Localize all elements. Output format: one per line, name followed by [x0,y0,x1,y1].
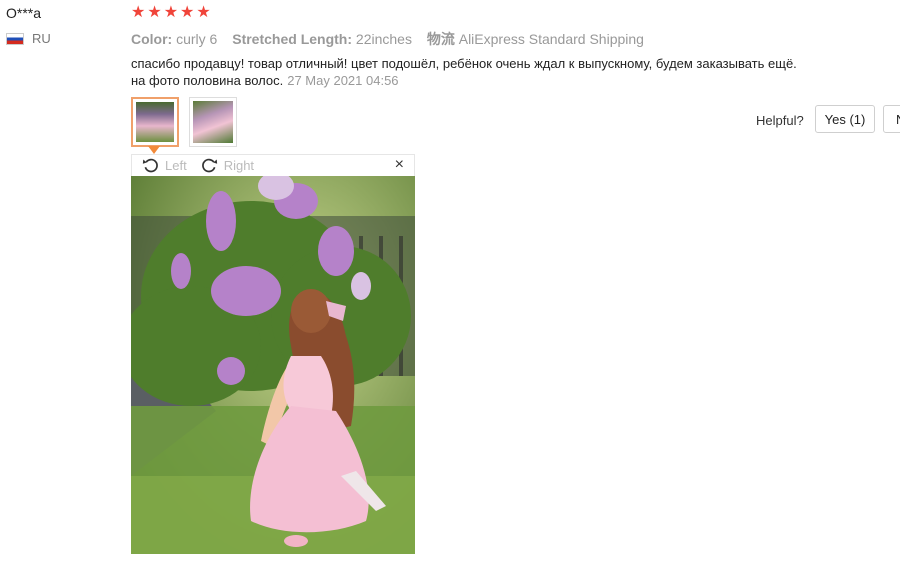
color-label: Color: [131,31,173,47]
review-photo [131,176,415,554]
active-thumbnail-caret [148,146,160,154]
rotate-left-button[interactable]: Left [142,157,187,174]
country-code: RU [32,31,51,46]
stretched-length-label: Stretched Length: [232,31,353,47]
russia-flag-icon [6,32,24,45]
star-icon: ★ [180,4,195,21]
photo-viewer-toolbar: Left Right × [131,154,415,176]
logistics-value: AliExpress Standard Shipping [458,31,644,47]
star-icon: ★ [131,4,146,21]
review-line-2: на фото половина волос. [131,73,284,88]
review-line-1: спасибо продавцу! товар отличный! цвет п… [131,56,797,71]
photo-thumbnails [131,97,237,147]
color-value: curly 6 [176,31,218,47]
close-viewer-button[interactable]: × [395,156,404,174]
rotate-left-icon [142,158,158,173]
rotate-right-label: Right [223,158,255,173]
rotate-right-icon [201,158,217,173]
product-attributes: Color: curly 6 Stretched Length: 22inche… [131,29,655,49]
review-date: 27 May 2021 04:56 [287,73,399,88]
star-icon: ★ [147,4,162,21]
star-rating: ★ ★ ★ ★ ★ [131,3,211,23]
photo-thumbnail-1[interactable] [131,97,179,147]
helpful-no-button[interactable]: N [883,105,900,133]
review-photo-image [131,176,415,554]
helpful-yes-button[interactable]: Yes (1) [815,105,875,133]
reviewer-country: RU [6,31,51,46]
star-icon: ★ [196,4,211,21]
review-text: спасибо продавцу! товар отличный! цвет п… [131,55,871,89]
reviewer-name: O***a [6,5,42,21]
rotate-right-button[interactable]: Right [201,157,254,174]
rotate-left-label: Left [165,158,187,173]
helpful-label: Helpful? [756,113,804,128]
star-icon: ★ [163,4,179,21]
stretched-length-value: 22inches [355,31,412,47]
photo-thumbnail-2[interactable] [189,97,237,147]
logistics-label: 物流 [426,31,455,47]
